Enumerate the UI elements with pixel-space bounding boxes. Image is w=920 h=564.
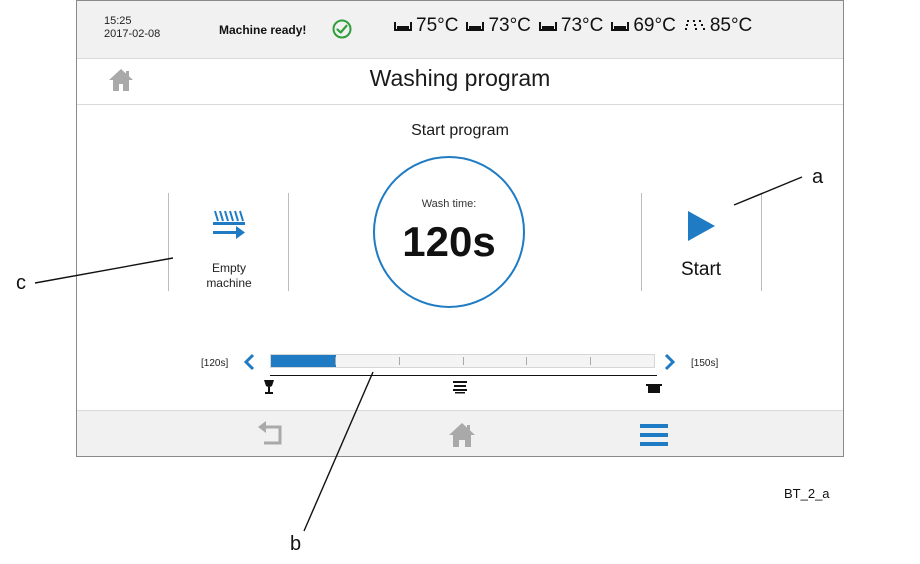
callout-lines (34, 176, 803, 532)
callout-a: a (812, 166, 824, 188)
callout-c: c (16, 272, 26, 294)
callout-b: b (290, 533, 302, 555)
figure-id: BT_2_a (784, 486, 830, 501)
